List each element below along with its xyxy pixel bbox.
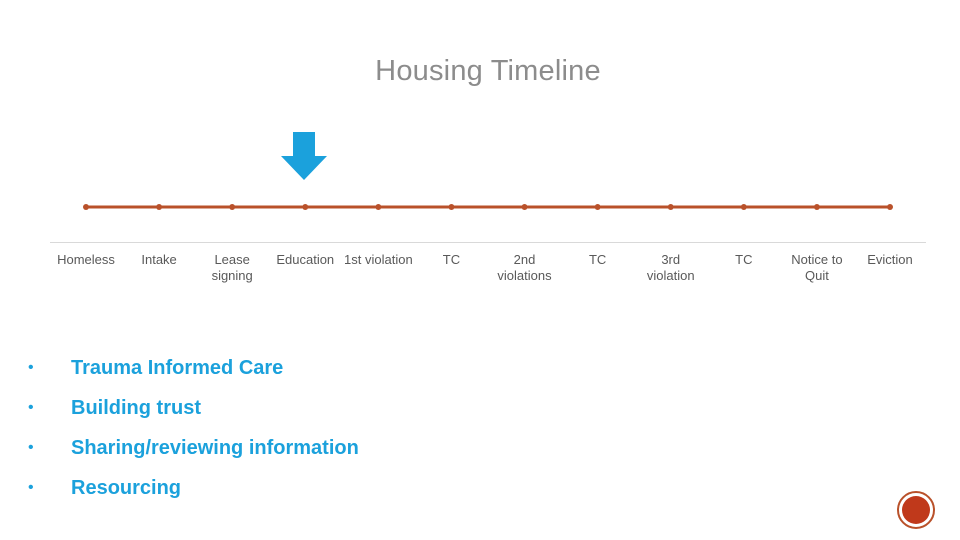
- timeline-node: [448, 204, 455, 210]
- timeline-node: [83, 204, 89, 210]
- timeline-stage-label: Notice to Quit: [791, 252, 843, 283]
- timeline-stage-label: TC: [588, 252, 607, 267]
- bullet-text: Trauma Informed Care: [71, 356, 284, 379]
- slide-badge-icon: [897, 491, 935, 529]
- timeline-stage-label: TC: [735, 252, 753, 267]
- timeline-node: [667, 204, 674, 210]
- bullet-text: Building trust: [71, 396, 201, 419]
- divider: [50, 242, 926, 243]
- bullet-text: Resourcing: [71, 476, 182, 499]
- timeline-node: [594, 204, 601, 210]
- timeline-stage-label: TC: [442, 252, 461, 267]
- timeline-node: [229, 204, 236, 210]
- bullet-list: • Trauma Informed Care • Building trust …: [28, 348, 359, 508]
- timeline-stage-label: Intake: [141, 252, 177, 267]
- timeline-node: [375, 204, 382, 210]
- timeline-stage-label: 2nd violations: [497, 252, 552, 283]
- timeline: [83, 204, 893, 210]
- bullet-item: • Sharing/reviewing information: [28, 428, 359, 468]
- timeline-stage-label: Education: [276, 252, 335, 267]
- bullet-text: Sharing/reviewing information: [71, 436, 359, 459]
- timeline-node: [156, 204, 163, 210]
- timeline-node: [302, 204, 309, 210]
- bullet-item: • Trauma Informed Care: [28, 348, 359, 388]
- timeline-stage-label: 3rd violation: [646, 252, 695, 283]
- bullet-icon: •: [28, 359, 34, 376]
- timeline-node: [887, 204, 893, 210]
- bullet-item: • Building trust: [28, 388, 359, 428]
- timeline-stage-label: Lease signing: [211, 252, 253, 283]
- timeline-node: [813, 204, 820, 210]
- bullet-icon: •: [28, 439, 34, 456]
- bullet-icon: •: [28, 399, 34, 416]
- bullet-icon: •: [28, 479, 34, 496]
- timeline-node: [740, 204, 747, 210]
- timeline-node: [521, 204, 528, 210]
- timeline-stage-label: Eviction: [867, 252, 913, 267]
- bullet-item: • Resourcing: [28, 468, 359, 508]
